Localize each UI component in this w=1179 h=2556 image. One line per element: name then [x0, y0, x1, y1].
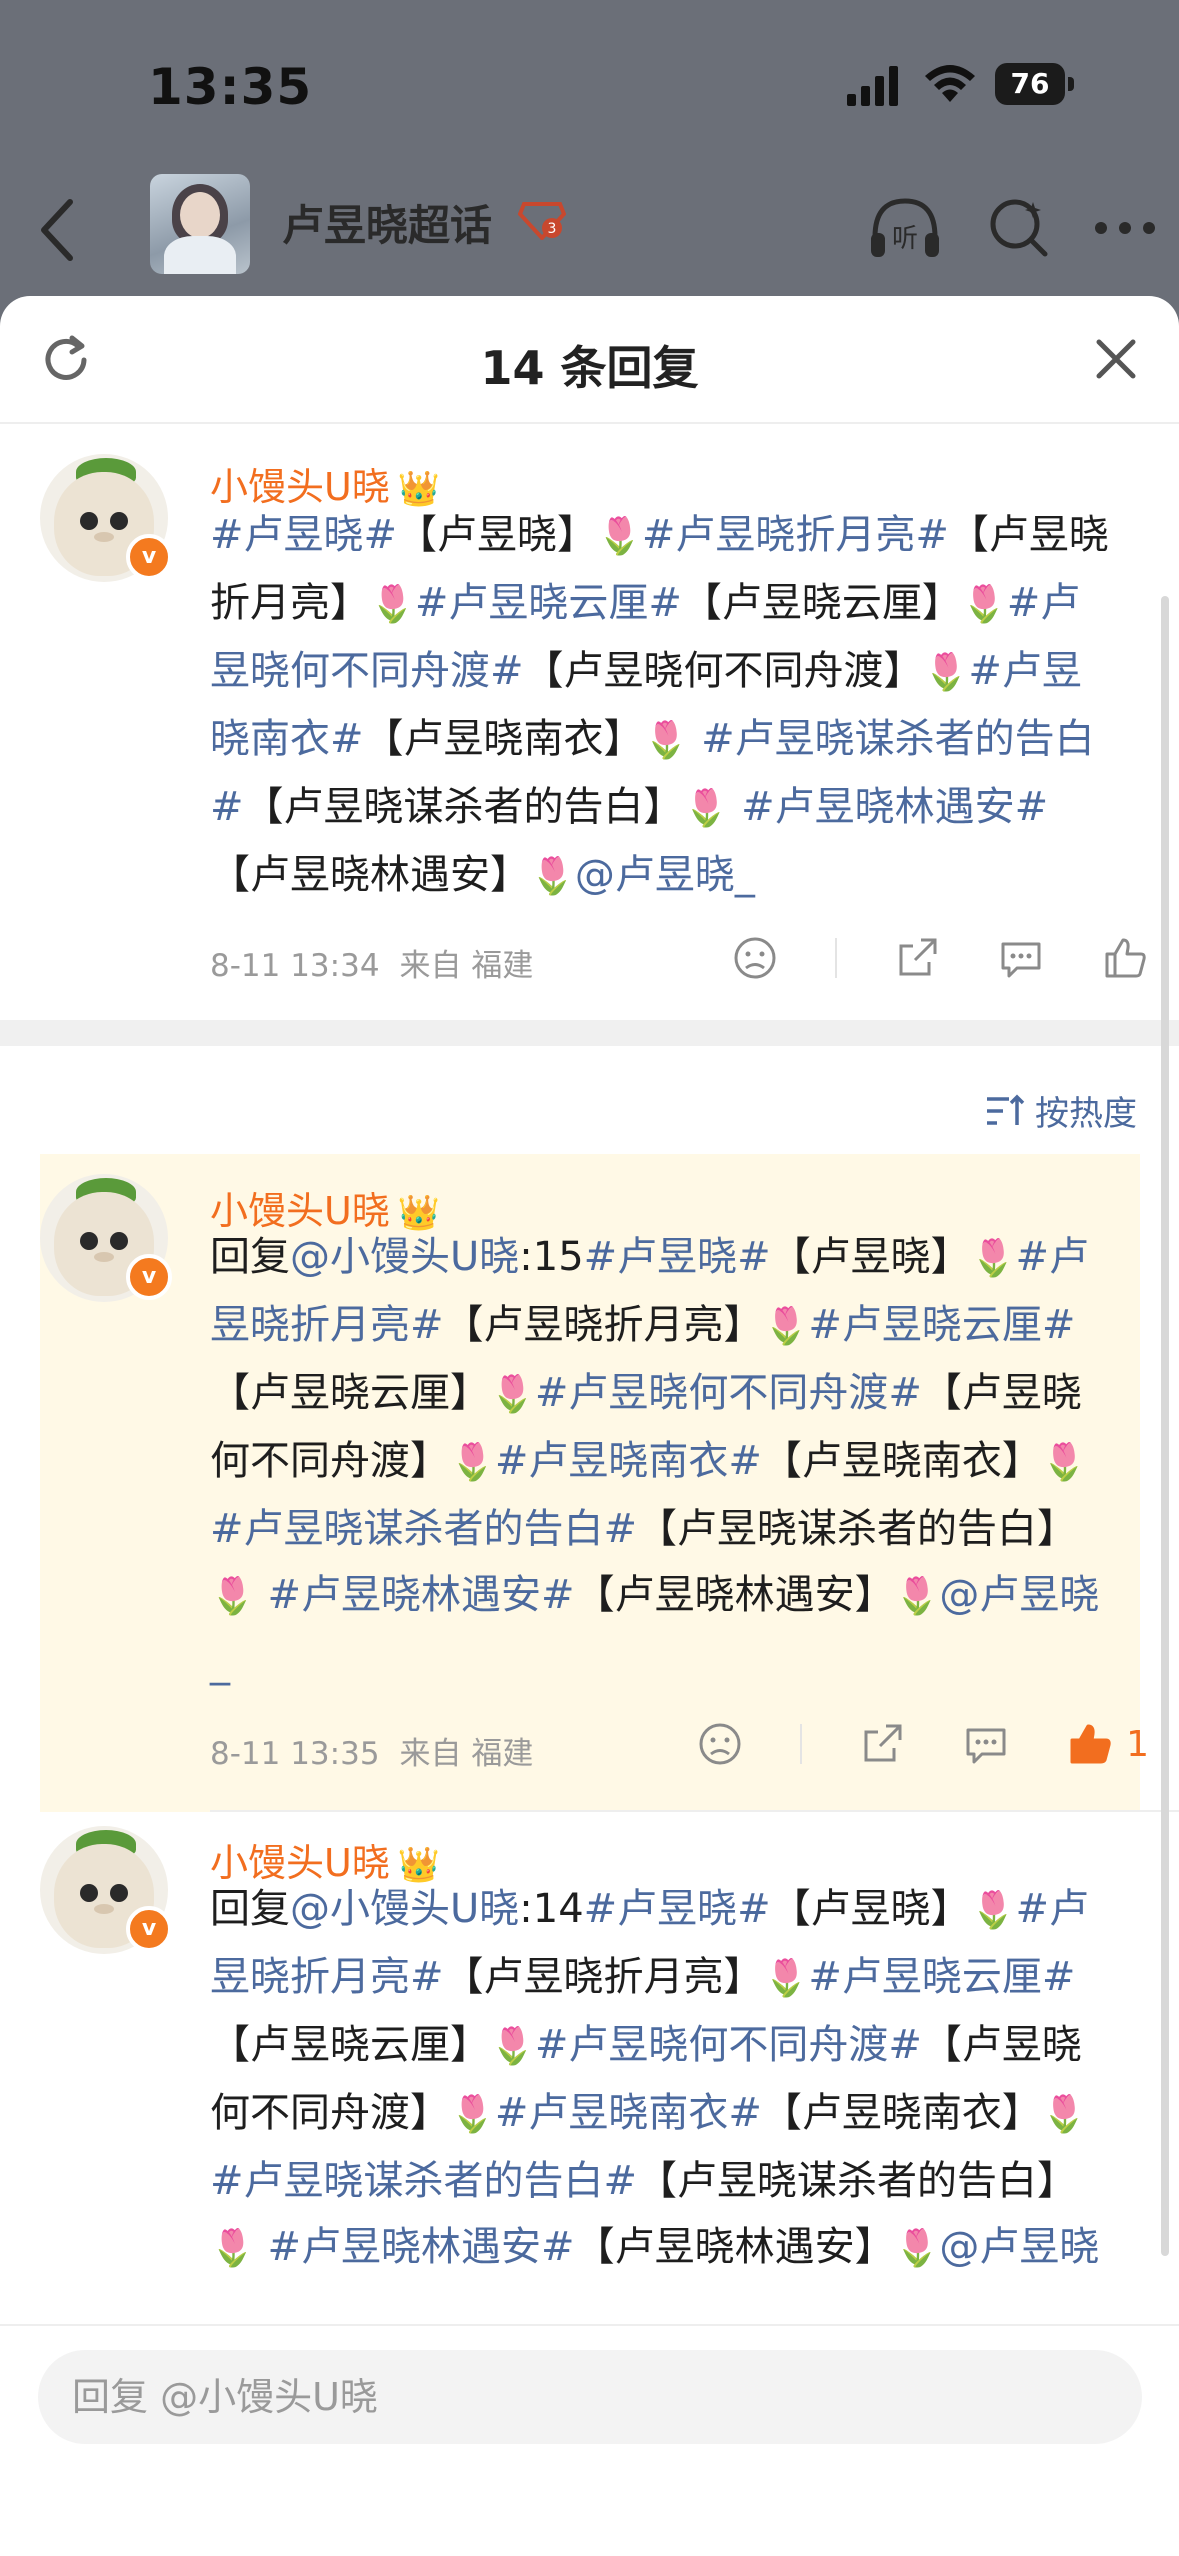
verified-badge-icon: v [126, 534, 172, 580]
topic-title[interactable]: 卢昱晓超话 [282, 192, 492, 253]
like-count: 1 [1126, 1723, 1149, 1765]
reply-footer: 回复 @小馒头U晓 [0, 2324, 1179, 2556]
listen-icon[interactable]: 听 [865, 193, 945, 263]
comment-bubble-icon[interactable] [962, 1720, 1010, 1768]
scrollbar[interactable] [1161, 596, 1169, 2256]
sheet-header: 14 条回复 [0, 296, 1179, 424]
dislike-face-icon[interactable] [731, 934, 779, 982]
more-icon[interactable] [1093, 218, 1157, 238]
battery-icon: 76 [995, 63, 1077, 107]
wifi-icon [925, 65, 975, 102]
comment-actions: 1 [640, 1720, 1149, 1768]
battery-level: 76 [995, 63, 1065, 105]
comment-text: 回复@小馒头U晓:14#卢昱晓#【卢昱晓】🌷#卢昱晓折月亮#【卢昱晓折月亮】🌷#… [210, 1886, 1100, 2338]
comment-text: #卢昱晓#【卢昱晓】🌷#卢昱晓折月亮#【卢昱晓折月亮】🌷#卢昱晓云厘#【卢昱晓云… [210, 512, 1109, 898]
status-bar: 13:35 76 [0, 0, 1179, 170]
svg-text:听: 听 [892, 224, 918, 254]
status-time: 13:35 [148, 58, 313, 116]
topic-rank-number: 3 [548, 221, 557, 237]
comment-meta: 8-11 13:35 来自 福建 [210, 1736, 534, 1772]
sort-by-hot-button[interactable]: 按热度 [985, 1086, 1137, 1135]
dislike-face-icon[interactable] [696, 1720, 744, 1768]
verified-badge-icon: v [126, 1254, 172, 1300]
comment-text: 回复@小馒头U晓:15#卢昱晓#【卢昱晓】🌷#卢昱晓折月亮#【卢昱晓折月亮】🌷#… [210, 1234, 1100, 1686]
replies-count-title: 14 条回复 [480, 341, 699, 395]
section-divider [0, 1020, 1179, 1046]
signal-icon [847, 66, 898, 106]
divider [210, 1810, 1179, 1812]
back-arrow-icon[interactable] [30, 190, 90, 270]
like-thumb-icon[interactable] [1101, 934, 1149, 982]
share-icon[interactable] [893, 934, 941, 982]
topic-cover-image[interactable] [150, 174, 250, 274]
share-icon[interactable] [858, 1720, 906, 1768]
replies-sheet: 14 条回复 v 小馒头U晓 👑 #卢昱晓#【卢昱晓】🌷#卢昱晓折月亮#【卢昱晓折… [0, 296, 1179, 2556]
comment-actions [675, 934, 1149, 982]
reply-input[interactable]: 回复 @小馒头U晓 [38, 2350, 1142, 2444]
verified-badge-icon: v [126, 1906, 172, 1952]
sort-icon [987, 1094, 1025, 1125]
topic-nav-bar: 卢昱晓超话 3 听 [0, 170, 1179, 300]
search-icon[interactable] [987, 196, 1051, 260]
topic-rank-badge-icon: 3 [518, 202, 566, 240]
comment-bubble-icon[interactable] [997, 934, 1045, 982]
comment-meta: 8-11 13:34 来自 福建 [210, 948, 534, 984]
close-icon[interactable] [1091, 334, 1141, 384]
liked-thumb-icon[interactable] [1066, 1720, 1114, 1768]
